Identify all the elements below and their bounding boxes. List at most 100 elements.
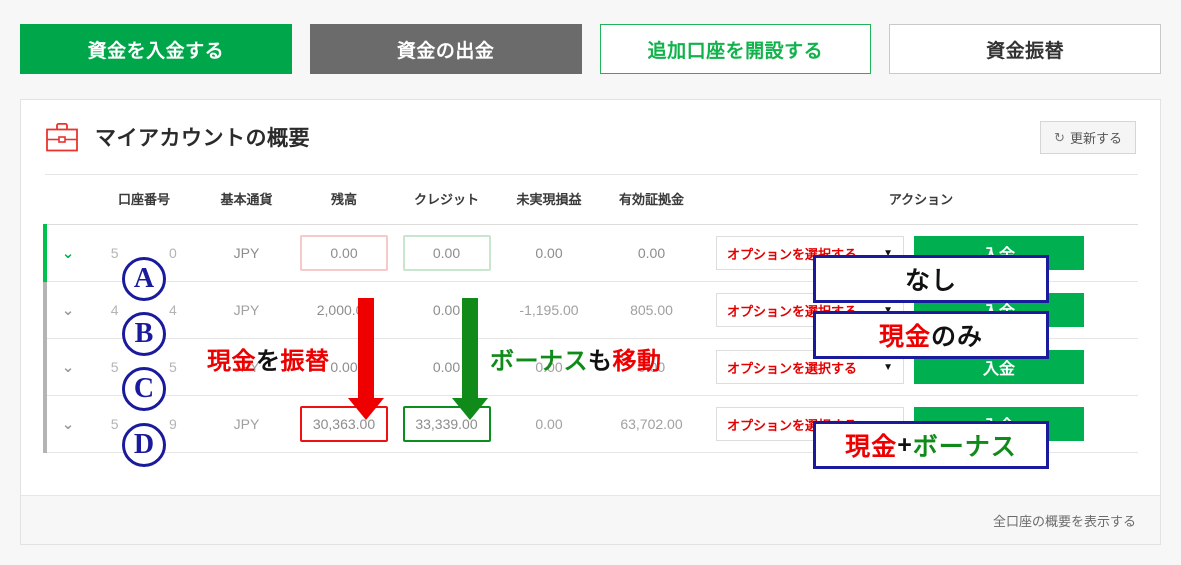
cell-action: オプションを選択する ▼ 入金 [704, 338, 1138, 396]
cell-action: オプションを選択する ▼ 入金 [704, 395, 1138, 453]
balance-value: 30,363.00 [300, 406, 388, 442]
withdraw-funds-button[interactable]: 資金の出金 [309, 24, 582, 74]
credit-value: 0.00 [432, 359, 461, 375]
cell-currency: JPY [199, 224, 294, 282]
show-all-accounts-link[interactable]: 全口座の概要を表示する [993, 511, 1136, 530]
col-header-balance: 残高 [294, 174, 394, 225]
cell-unrealized-pl: 0.00 [499, 395, 599, 453]
cell-equity: 0.00 [599, 338, 704, 396]
cell-action: オプションを選択する ▼ 入金 [704, 281, 1138, 339]
account-number-suffix: 9 [168, 416, 178, 432]
cell-action: オプションを選択する ▼ 入金 [704, 224, 1138, 282]
cell-unrealized-pl: 0.00 [499, 338, 599, 396]
top-action-bar: 資金を入金する 資金の出金 追加口座を開設する 資金振替 [20, 24, 1161, 74]
row-expand-cell[interactable]: ⌄ [43, 281, 89, 339]
cell-equity: 63,702.00 [599, 395, 704, 453]
col-header-equity: 有効証拠金 [599, 174, 704, 225]
account-number-suffix: 0 [168, 245, 178, 261]
cell-credit: 0.00 [394, 281, 499, 339]
option-select-label: オプションを選択する [727, 417, 858, 433]
table-row[interactable]: ⌄ 5 5 JPY 0.00 0.00 0.00 0.00 オプションを選択する… [43, 338, 1138, 396]
chevron-down-icon[interactable]: ⌄ [62, 244, 75, 262]
col-header-action: アクション [704, 174, 1138, 225]
refresh-label: 更新する [1069, 131, 1122, 146]
page-title: マイアカウントの概要 [95, 127, 310, 150]
chevron-down-icon: ▼ [883, 361, 893, 373]
table-row[interactable]: ⌄ 4 4 JPY 2,000.00 0.00 -1,195.00 805.00… [43, 281, 1138, 339]
option-select-label: オプションを選択する [727, 246, 858, 262]
cell-balance: 30,363.00 [294, 395, 394, 453]
balance-value: 0.00 [300, 235, 388, 271]
deposit-button[interactable]: 入金 [914, 293, 1084, 327]
col-header-unrealized-pl: 未実現損益 [499, 174, 599, 225]
cell-balance: 2,000.00 [294, 281, 394, 339]
table-body: ⌄ 5 0 JPY 0.00 0.00 0.00 0.00 オプションを選択する… [43, 224, 1138, 453]
cell-account-number: 5 0 [89, 224, 199, 282]
option-select-label: オプションを選択する [727, 303, 858, 319]
credit-value: 33,339.00 [402, 406, 491, 442]
deposit-button[interactable]: 入金 [914, 350, 1084, 384]
screenshot-root: 資金を入金する 資金の出金 追加口座を開設する 資金振替 マイアカウントの概要 … [0, 0, 1181, 565]
account-number-prefix: 5 [110, 245, 120, 261]
deposit-funds-button[interactable]: 資金を入金する [20, 24, 292, 74]
briefcase-icon [45, 121, 79, 153]
account-number-prefix: 5 [110, 359, 120, 375]
col-header-expand [45, 174, 89, 225]
option-select[interactable]: オプションを選択する ▼ [716, 293, 904, 327]
cell-credit: 0.00 [394, 338, 499, 396]
chevron-down-icon[interactable]: ⌄ [62, 415, 75, 433]
cell-credit: 33,339.00 [394, 395, 499, 453]
col-header-account-number: 口座番号 [89, 174, 199, 225]
cell-credit: 0.00 [394, 224, 499, 282]
refresh-button[interactable]: ↻ 更新する [1040, 121, 1136, 154]
table-row[interactable]: ⌄ 5 9 JPY 30,363.00 33,339.00 0.00 63,70… [43, 395, 1138, 453]
cell-equity: 805.00 [599, 281, 704, 339]
cell-currency: JPY [199, 338, 294, 396]
option-select[interactable]: オプションを選択する ▼ [716, 236, 904, 270]
col-header-currency: 基本通貨 [199, 174, 294, 225]
cell-unrealized-pl: 0.00 [499, 224, 599, 282]
row-expand-cell[interactable]: ⌄ [43, 338, 89, 396]
row-expand-cell[interactable]: ⌄ [43, 395, 89, 453]
chevron-down-icon[interactable]: ⌄ [62, 301, 75, 319]
chevron-down-icon: ▼ [883, 304, 893, 316]
table-header-row: 口座番号 基本通貨 残高 クレジット 未実現損益 有効証拠金 アクション [45, 174, 1138, 225]
cell-currency: JPY [199, 395, 294, 453]
credit-value: 0.00 [402, 235, 491, 271]
table-row[interactable]: ⌄ 5 0 JPY 0.00 0.00 0.00 0.00 オプションを選択する… [43, 224, 1138, 282]
cell-currency: JPY [199, 281, 294, 339]
table-head: 口座番号 基本通貨 残高 クレジット 未実現損益 有効証拠金 アクション [45, 174, 1138, 225]
account-number-suffix: 5 [168, 359, 178, 375]
cell-unrealized-pl: -1,195.00 [499, 281, 599, 339]
cell-balance: 0.00 [294, 224, 394, 282]
cell-account-number: 5 5 [89, 338, 199, 396]
transfer-funds-button[interactable]: 資金振替 [889, 24, 1161, 74]
cell-account-number: 4 4 [89, 281, 199, 339]
account-number-suffix: 4 [168, 302, 178, 318]
credit-value: 0.00 [432, 302, 461, 318]
option-select[interactable]: オプションを選択する ▼ [716, 407, 904, 441]
accounts-table: 口座番号 基本通貨 残高 クレジット 未実現損益 有効証拠金 アクション ⌄ 5… [43, 174, 1138, 453]
balance-value: 2,000.00 [316, 302, 372, 318]
card-footer: 全口座の概要を表示する [21, 495, 1160, 544]
row-expand-cell[interactable]: ⌄ [43, 224, 89, 282]
chevron-down-icon: ▼ [883, 418, 893, 430]
cell-account-number: 5 9 [89, 395, 199, 453]
account-number-prefix: 5 [110, 416, 120, 432]
account-overview-card: マイアカウントの概要 ↻ 更新する 口座番号 基本通貨 残高 クレジット 未実現… [20, 99, 1161, 545]
account-number-prefix: 4 [110, 302, 120, 318]
chevron-down-icon[interactable]: ⌄ [62, 358, 75, 376]
card-header: マイアカウントの概要 ↻ 更新する [21, 100, 1160, 174]
balance-value: 0.00 [330, 359, 358, 375]
chevron-down-icon: ▼ [883, 247, 893, 259]
refresh-icon: ↻ [1054, 129, 1065, 145]
deposit-button[interactable]: 入金 [914, 407, 1084, 441]
option-select-label: オプションを選択する [727, 360, 858, 376]
col-header-credit: クレジット [394, 174, 499, 225]
accounts-table-wrapper: 口座番号 基本通貨 残高 クレジット 未実現損益 有効証拠金 アクション ⌄ 5… [21, 174, 1160, 453]
open-additional-account-button[interactable]: 追加口座を開設する [599, 24, 872, 74]
deposit-button[interactable]: 入金 [914, 236, 1084, 270]
cell-equity: 0.00 [599, 224, 704, 282]
cell-balance: 0.00 [294, 338, 394, 396]
option-select[interactable]: オプションを選択する ▼ [716, 350, 904, 384]
